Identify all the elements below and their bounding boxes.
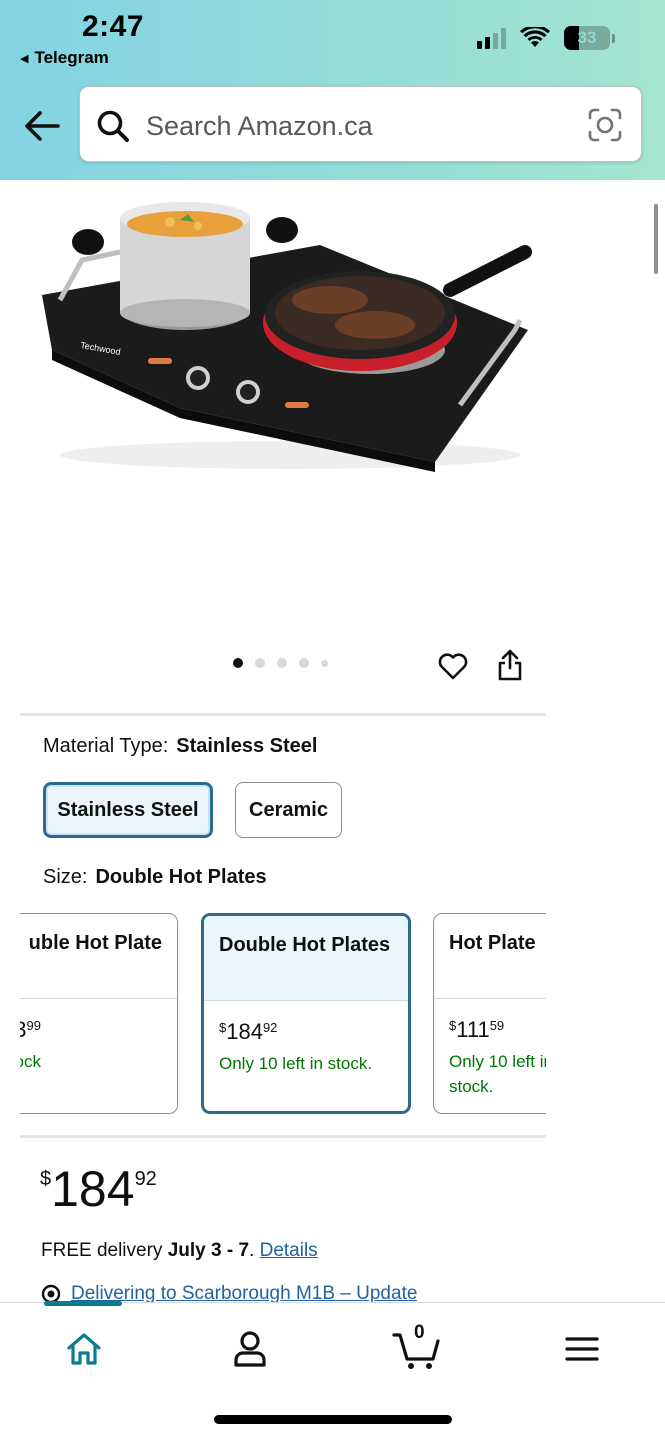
delivery-location-text: Delivering to Scarborough M1B – Update	[71, 1284, 418, 1304]
back-arrow-icon[interactable]	[22, 106, 62, 146]
size-option-price: $11159	[449, 1017, 505, 1042]
battery-tip	[612, 33, 615, 43]
nav-account[interactable]	[220, 1325, 280, 1373]
material-option-ceramic[interactable]: Ceramic	[235, 782, 342, 838]
size-option-stock: Only 10 left in stock.	[449, 1052, 546, 1096]
product-price: $18492	[40, 1160, 157, 1218]
back-to-app-link[interactable]: ◀ Telegram	[20, 48, 109, 68]
size-option-stock: Only 10 left in stock.	[219, 1054, 373, 1073]
carousel-dot-active[interactable]	[233, 658, 243, 668]
delivery-dates: July 3 - 7	[167, 1240, 250, 1261]
user-icon	[234, 1331, 266, 1367]
cart-count-badge: 0	[414, 1322, 425, 1343]
delivery-details-link[interactable]: Details	[260, 1240, 318, 1261]
size-row: Size: Double Hot Plates	[43, 866, 267, 889]
image-carousel-dots[interactable]	[233, 658, 328, 668]
divider	[20, 1135, 546, 1138]
size-options-carousel[interactable]: uble Hot Plate 399 itock Double Hot Plat…	[20, 912, 546, 1116]
divider	[20, 713, 546, 716]
material-type-label: Material Type:	[43, 735, 169, 757]
price-whole: 184	[51, 1161, 135, 1217]
size-option-title: Hot Plate	[449, 932, 536, 954]
battery-percent: 33	[577, 28, 597, 47]
wifi-icon	[520, 27, 550, 47]
size-option-title: Double Hot Plates	[204, 916, 408, 1000]
nav-menu[interactable]	[552, 1325, 612, 1373]
size-option-card[interactable]: Hot Plate $11159 Only 10 left in stock.	[433, 913, 546, 1114]
status-time: 2:47	[82, 10, 145, 43]
app-header: 2:47 ◀ Telegram 33 Search Amazon.ca	[0, 0, 665, 180]
home-indicator	[214, 1415, 452, 1424]
home-icon	[67, 1333, 101, 1365]
carousel-dot[interactable]	[299, 658, 309, 668]
nav-cart[interactable]: 0	[386, 1322, 446, 1373]
size-option-stock: itock	[20, 1052, 41, 1071]
camera-scan-icon[interactable]	[587, 107, 623, 143]
carousel-dot[interactable]	[277, 658, 287, 668]
material-option-stainless-steel[interactable]: Stainless Steel	[43, 782, 213, 838]
search-icon	[97, 110, 129, 142]
search-placeholder: Search Amazon.ca	[146, 111, 373, 141]
back-triangle-icon: ◀	[20, 52, 29, 65]
product-image[interactable]: Techwood	[30, 190, 540, 490]
hamburger-menu-icon	[565, 1337, 599, 1361]
size-option-price: 399	[20, 1017, 41, 1042]
price-fraction: 92	[134, 1168, 157, 1190]
page-scrollbar[interactable]	[654, 204, 658, 274]
search-input[interactable]: Search Amazon.ca	[79, 86, 642, 162]
material-type-row: Material Type: Stainless Steel	[43, 735, 317, 758]
size-option-price: $18492	[219, 1019, 278, 1044]
back-app-label: Telegram	[34, 48, 109, 67]
size-option-title: uble Hot Plate	[28, 932, 162, 954]
share-icon[interactable]	[495, 648, 525, 682]
size-option-card[interactable]: uble Hot Plate 399 itock	[20, 913, 178, 1114]
size-label: Size:	[43, 866, 88, 888]
heart-icon[interactable]	[437, 650, 469, 682]
status-icons: 33	[477, 26, 615, 50]
active-tab-indicator	[44, 1301, 122, 1306]
battery-icon: 33	[564, 26, 610, 50]
size-value: Double Hot Plates	[95, 866, 267, 888]
cellular-signal-icon	[477, 27, 506, 49]
nav-home[interactable]	[54, 1325, 114, 1373]
carousel-dot[interactable]	[255, 658, 265, 668]
material-type-value: Stainless Steel	[176, 735, 318, 757]
delivery-info: FREE delivery July 3 - 7. Details	[41, 1240, 318, 1261]
carousel-dot[interactable]	[321, 659, 328, 667]
size-option-card-selected[interactable]: Double Hot Plates $18492 Only 10 left in…	[201, 913, 411, 1114]
price-currency: $	[40, 1168, 52, 1190]
